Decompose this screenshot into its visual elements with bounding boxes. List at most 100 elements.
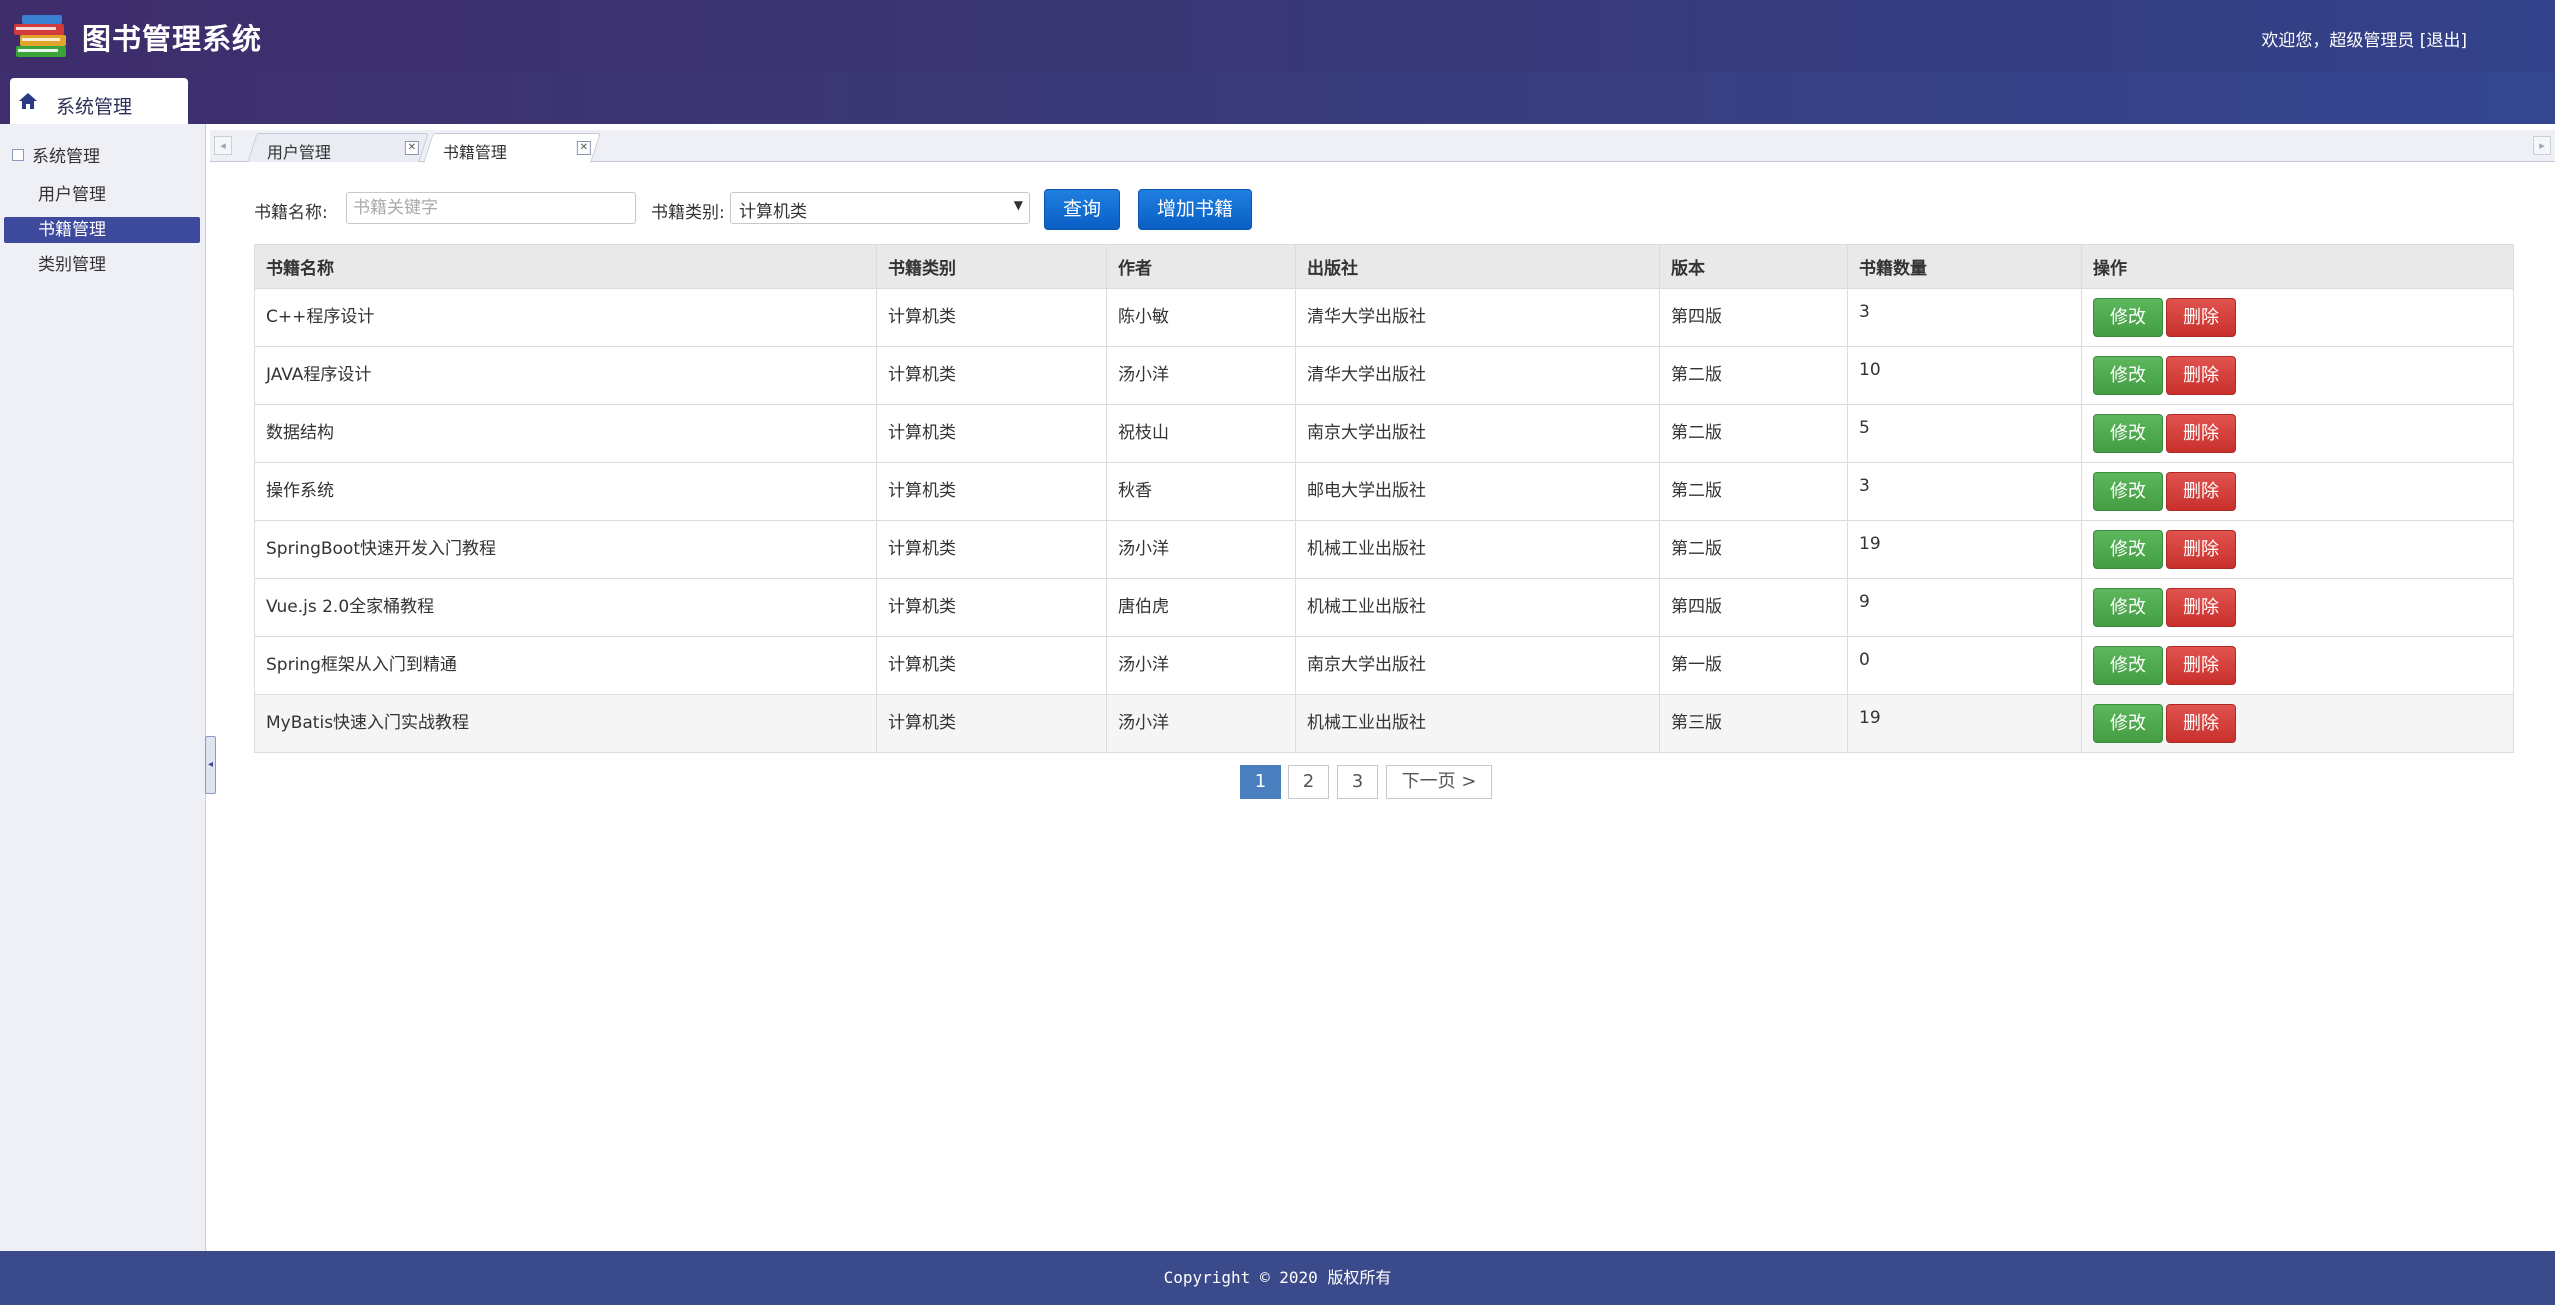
cell-category: 计算机类	[876, 520, 1107, 579]
delete-button[interactable]: 删除	[2166, 704, 2236, 743]
category-select-value: 计算机类	[739, 202, 807, 222]
tab-users[interactable]: 用户管理 ✕	[247, 133, 429, 162]
menu-tab-system[interactable]: 系统管理	[10, 78, 188, 124]
category-select[interactable]: 计算机类 ▼	[730, 192, 1030, 224]
sidebar-collapse-handle[interactable]: ◂	[205, 736, 216, 794]
cell-author: 秋香	[1106, 462, 1296, 521]
cell-publisher: 南京大学出版社	[1295, 404, 1660, 463]
table-row: SpringBoot快速开发入门教程 计算机类 汤小洋 机械工业出版社 第二版 …	[254, 520, 2514, 579]
cell-category: 计算机类	[876, 346, 1107, 405]
table-row: JAVA程序设计 计算机类 汤小洋 清华大学出版社 第二版 10 修改 删除	[254, 346, 2514, 405]
cell-actions: 修改 删除	[2081, 288, 2514, 347]
table-body: C++程序设计 计算机类 陈小敏 清华大学出版社 第四版 3 修改 删除 JAVA…	[254, 288, 2514, 753]
cell-actions: 修改 删除	[2081, 636, 2514, 695]
close-icon[interactable]: ✕	[576, 141, 591, 155]
cell-count: 10	[1847, 346, 2082, 405]
cell-publisher: 南京大学出版社	[1295, 636, 1660, 695]
sidebar-item-categories[interactable]: 类别管理	[4, 252, 200, 278]
tab-bar: ◂ 用户管理 ✕ 书籍管理 ✕ ▸	[210, 130, 2555, 163]
tab-label: 用户管理	[266, 143, 331, 162]
cell-count: 3	[1847, 462, 2082, 521]
table-row: 数据结构 计算机类 祝枝山 南京大学出版社 第二版 5 修改 删除	[254, 404, 2514, 463]
cell-publisher: 清华大学出版社	[1295, 346, 1660, 405]
cell-category: 计算机类	[876, 462, 1107, 521]
edit-button[interactable]: 修改	[2093, 588, 2163, 627]
footer: Copyright © 2020 版权所有	[0, 1251, 2555, 1305]
edit-button[interactable]: 修改	[2093, 704, 2163, 743]
cell-category: 计算机类	[876, 288, 1107, 347]
column-header-publisher: 出版社	[1295, 244, 1660, 289]
page-button-1[interactable]: 1	[1240, 765, 1281, 799]
cell-edition: 第四版	[1659, 578, 1848, 637]
delete-button[interactable]: 删除	[2166, 472, 2236, 511]
cell-category: 计算机类	[876, 404, 1107, 463]
table-row: 操作系统 计算机类 秋香 邮电大学出版社 第二版 3 修改 删除	[254, 462, 2514, 521]
cell-category: 计算机类	[876, 578, 1107, 637]
add-book-button[interactable]: 增加书籍	[1138, 189, 1252, 230]
cell-category: 计算机类	[876, 636, 1107, 695]
delete-button[interactable]: 删除	[2166, 530, 2236, 569]
cell-count: 0	[1847, 636, 2082, 695]
cell-edition: 第二版	[1659, 520, 1848, 579]
sidebar-item-books[interactable]: 书籍管理	[4, 217, 200, 243]
cell-name: JAVA程序设计	[254, 346, 877, 405]
cell-author: 汤小洋	[1106, 694, 1296, 753]
edit-button[interactable]: 修改	[2093, 298, 2163, 337]
cell-edition: 第一版	[1659, 636, 1848, 695]
edit-button[interactable]: 修改	[2093, 472, 2163, 511]
sidebar: 系统管理 用户管理 书籍管理 类别管理	[0, 124, 206, 1251]
cell-edition: 第二版	[1659, 462, 1848, 521]
tab-books[interactable]: 书籍管理 ✕	[423, 133, 601, 163]
book-name-input[interactable]	[346, 192, 636, 224]
column-header-name: 书籍名称	[254, 244, 877, 289]
column-header-count: 书籍数量	[1847, 244, 2082, 289]
cell-actions: 修改 删除	[2081, 694, 2514, 753]
books-table: 书籍名称 书籍类别 作者 出版社 版本 书籍数量 操作 C++程序设计 计算机类…	[254, 244, 2514, 753]
table-row: C++程序设计 计算机类 陈小敏 清华大学出版社 第四版 3 修改 删除	[254, 288, 2514, 347]
next-page-button[interactable]: 下一页 >	[1386, 765, 1492, 799]
cell-edition: 第二版	[1659, 404, 1848, 463]
cell-publisher: 邮电大学出版社	[1295, 462, 1660, 521]
delete-button[interactable]: 删除	[2166, 588, 2236, 627]
table-header-row: 书籍名称 书籍类别 作者 出版社 版本 书籍数量 操作	[254, 244, 2514, 289]
logout-link[interactable]: [退出]	[2420, 31, 2467, 51]
column-header-author: 作者	[1106, 244, 1296, 289]
table-row: MyBatis快速入门实战教程 计算机类 汤小洋 机械工业出版社 第三版 19 …	[254, 694, 2514, 753]
edit-button[interactable]: 修改	[2093, 530, 2163, 569]
home-icon	[19, 93, 37, 109]
chevron-down-icon: ▼	[1013, 198, 1023, 212]
delete-button[interactable]: 删除	[2166, 298, 2236, 337]
cell-name: 操作系统	[254, 462, 877, 521]
delete-button[interactable]: 删除	[2166, 414, 2236, 453]
app-title: 图书管理系统	[82, 22, 263, 56]
edit-button[interactable]: 修改	[2093, 646, 2163, 685]
cell-author: 唐伯虎	[1106, 578, 1296, 637]
delete-button[interactable]: 删除	[2166, 356, 2236, 395]
cell-actions: 修改 删除	[2081, 462, 2514, 521]
column-header-edition: 版本	[1659, 244, 1848, 289]
edit-button[interactable]: 修改	[2093, 414, 2163, 453]
cell-count: 9	[1847, 578, 2082, 637]
cell-name: 数据结构	[254, 404, 877, 463]
tab-scroll-right-icon[interactable]: ▸	[2533, 136, 2551, 155]
query-button[interactable]: 查询	[1044, 189, 1120, 230]
tab-label: 书籍管理	[442, 143, 507, 162]
cell-edition: 第三版	[1659, 694, 1848, 753]
page-button-3[interactable]: 3	[1337, 765, 1378, 799]
cell-author: 汤小洋	[1106, 636, 1296, 695]
user-area: 欢迎您，超级管理员 [退出]	[2261, 26, 2467, 51]
edit-button[interactable]: 修改	[2093, 356, 2163, 395]
cell-author: 汤小洋	[1106, 520, 1296, 579]
close-icon[interactable]: ✕	[404, 141, 419, 155]
top-menu-bar: 系统管理	[0, 72, 2555, 124]
cell-publisher: 清华大学出版社	[1295, 288, 1660, 347]
page-button-2[interactable]: 2	[1288, 765, 1329, 799]
delete-button[interactable]: 删除	[2166, 646, 2236, 685]
cell-publisher: 机械工业出版社	[1295, 520, 1660, 579]
tab-scroll-left-icon[interactable]: ◂	[214, 136, 232, 155]
cell-count: 5	[1847, 404, 2082, 463]
sidebar-group-system[interactable]: 系统管理	[12, 142, 100, 167]
sidebar-item-users[interactable]: 用户管理	[4, 182, 200, 208]
cell-count: 19	[1847, 520, 2082, 579]
cell-actions: 修改 删除	[2081, 404, 2514, 463]
